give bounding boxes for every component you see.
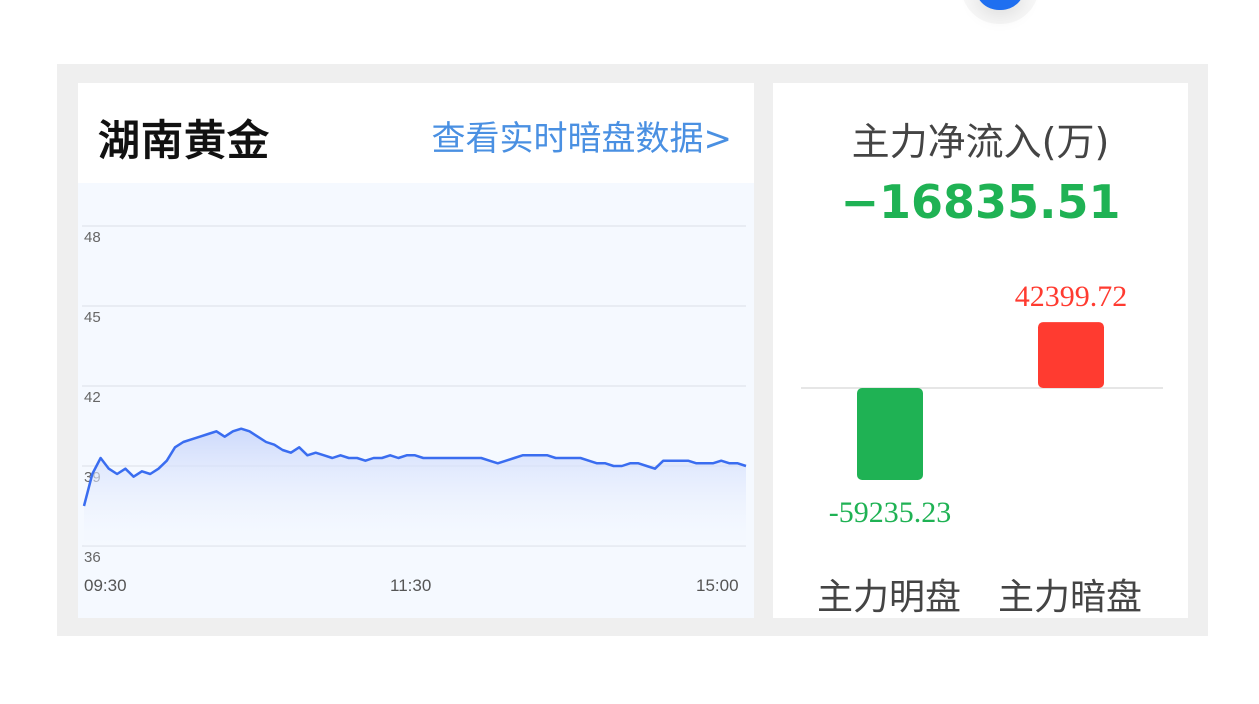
dark-pool-bar: [1038, 322, 1104, 388]
intraday-price-chart: 484542393609:3011:3015:00: [78, 183, 754, 618]
y-tick-label: 36: [84, 549, 101, 566]
x-tick-label: 09:30: [84, 576, 127, 595]
intraday-card: 湖南黄金 查看实时暗盘数据> 484542393609:3011:3015:00: [78, 83, 754, 618]
y-tick-label: 45: [84, 309, 101, 326]
y-tick-label: 48: [84, 229, 101, 246]
view-dark-pool-link[interactable]: 查看实时暗盘数据>: [432, 111, 733, 160]
capital-flow-chart: -59235.23 42399.72: [801, 280, 1163, 529]
floating-action-button[interactable]: [975, 0, 1025, 10]
lit-pool-bar: [857, 388, 923, 480]
x-tick-label: 15:00: [696, 576, 739, 595]
category-label-lit: 主力明盘: [817, 577, 962, 618]
price-chart-svg: 484542393609:3011:3015:00: [82, 225, 747, 595]
bar-value-label: -59235.23: [829, 496, 952, 529]
stock-panel: 湖南黄金 查看实时暗盘数据> 484542393609:3011:3015:00…: [57, 64, 1208, 636]
stock-name: 湖南黄金: [98, 116, 271, 165]
bar-value-label: 42399.72: [1015, 280, 1128, 313]
capital-flow-card: 主力净流入(万) −16835.51 -59235.23 42399.72 主力明…: [773, 83, 1188, 618]
price-area-fill: [84, 428, 746, 546]
y-tick-label: 42: [84, 389, 101, 406]
category-label-dark: 主力暗盘: [998, 577, 1143, 618]
x-tick-label: 11:30: [390, 576, 431, 595]
